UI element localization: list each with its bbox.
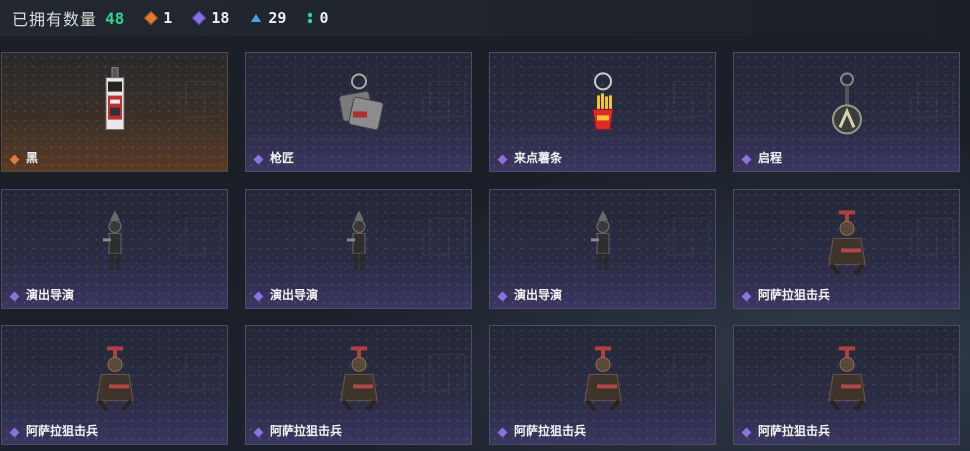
sniper-figure-keychain-icon [827,346,866,412]
green-dots-icon [308,12,313,24]
item-card[interactable]: 演出导演 [489,189,716,309]
rarity-icon [497,291,508,302]
item-card[interactable]: 阿萨拉狙击兵 [245,325,472,445]
rarity-icon [497,427,508,438]
item-name: 阿萨拉狙击兵 [758,424,831,438]
card-decoration [423,97,449,119]
sniper-figure-keychain-icon [827,210,866,276]
item-name: 黑 [26,151,39,165]
stat-blue: 29 [251,9,286,27]
rarity-icon [253,427,264,438]
item-card[interactable]: 枪匠 [245,52,472,172]
item-name: 阿萨拉狙击兵 [26,424,99,438]
stat-green-count: 0 [319,9,329,27]
item-name: 演出导演 [270,288,319,302]
rarity-icon [9,427,20,438]
item-card[interactable]: 演出导演 [245,189,472,309]
card-decoration [911,97,937,119]
stat-orange-count: 1 [163,9,173,27]
rarity-icon [253,291,264,302]
item-card[interactable]: 阿萨拉狙击兵 [489,325,716,445]
card-decoration [667,370,693,392]
orange-diamond-icon [144,10,159,26]
item-card[interactable]: 阿萨拉狙击兵 [1,325,228,445]
stat-blue-count: 29 [268,9,287,27]
rarity-icon [741,154,752,165]
director-figure-keychain-icon [102,210,121,270]
rarity-icon [9,291,20,302]
item-name: 枪匠 [270,151,295,165]
card-decoration [667,234,693,256]
item-name: 演出导演 [26,288,75,302]
card-decoration [667,97,693,119]
item-card[interactable]: 黑 [1,52,228,172]
sniper-figure-keychain-icon [95,346,134,412]
owned-count: 48 [105,8,125,28]
sniper-figure-keychain-icon [339,346,378,412]
blue-triangle-icon [251,14,262,22]
stat-purple-count: 18 [211,9,230,27]
owned-label: 已拥有数量 [12,10,98,29]
gunsmith-dogtag-keychain-icon [338,73,384,131]
stat-orange: 1 [144,9,173,27]
card-decoration [179,97,205,119]
sniper-figure-keychain-icon [583,346,622,412]
fries-keychain-icon [591,72,614,130]
item-name: 启程 [758,151,783,165]
item-card[interactable]: 来点薯条 [489,52,716,172]
medallion-keychain-icon [831,72,862,135]
item-name: 来点薯条 [514,151,563,165]
rarity-icon [253,154,264,165]
director-figure-keychain-icon [590,210,609,270]
item-card[interactable]: 启程 [733,52,960,172]
card-decoration [911,234,937,256]
item-card[interactable]: 阿萨拉狙击兵 [733,189,960,309]
item-name: 阿萨拉狙击兵 [270,424,343,438]
card-decoration [423,370,449,392]
purple-diamond-icon [192,10,207,26]
item-card[interactable]: 演出导演 [1,189,228,309]
collection-header: 已拥有数量 48 1 18 29 0 [0,0,970,36]
rarity-icon [741,427,752,438]
stat-purple: 18 [192,9,230,27]
card-decoration [179,370,205,392]
item-name: 阿萨拉狙击兵 [514,424,587,438]
card-decoration [911,370,937,392]
rarity-icon [9,154,20,165]
item-card[interactable]: 阿萨拉狙击兵 [733,325,960,445]
item-name: 阿萨拉狙击兵 [758,288,831,302]
stat-green: 0 [308,9,328,27]
card-decoration [423,234,449,256]
black-tag-keychain-icon [105,67,124,131]
item-name: 演出导演 [514,288,563,302]
card-decoration [179,234,205,256]
director-figure-keychain-icon [346,210,365,270]
rarity-icon [497,154,508,165]
rarity-icon [741,291,752,302]
